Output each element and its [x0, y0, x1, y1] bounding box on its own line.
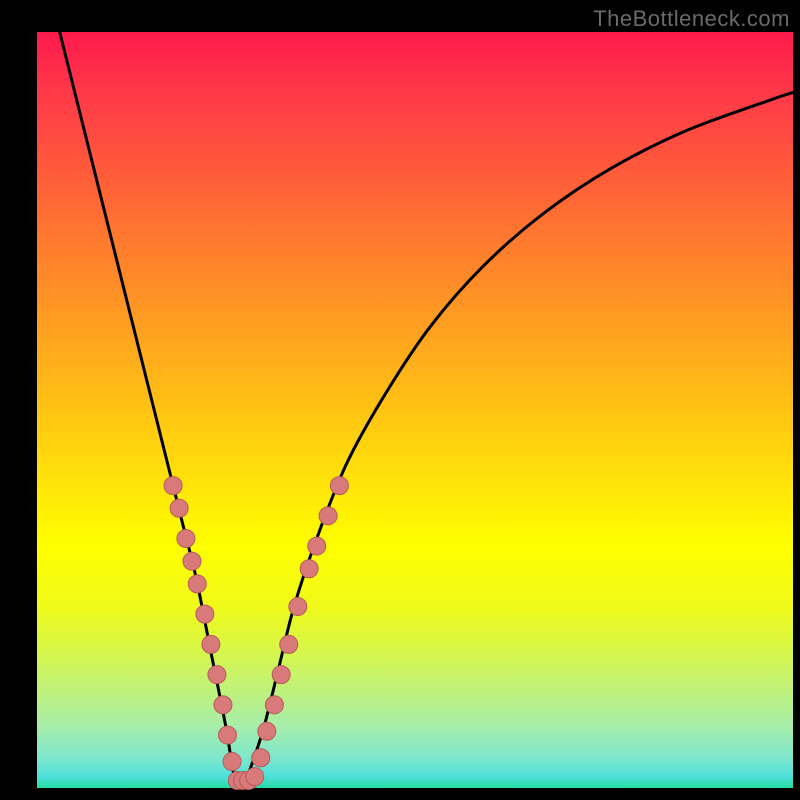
chart-canvas: TheBottleneck.com: [0, 0, 800, 800]
plot-gradient-background: [37, 32, 793, 788]
watermark-text: TheBottleneck.com: [593, 6, 790, 32]
